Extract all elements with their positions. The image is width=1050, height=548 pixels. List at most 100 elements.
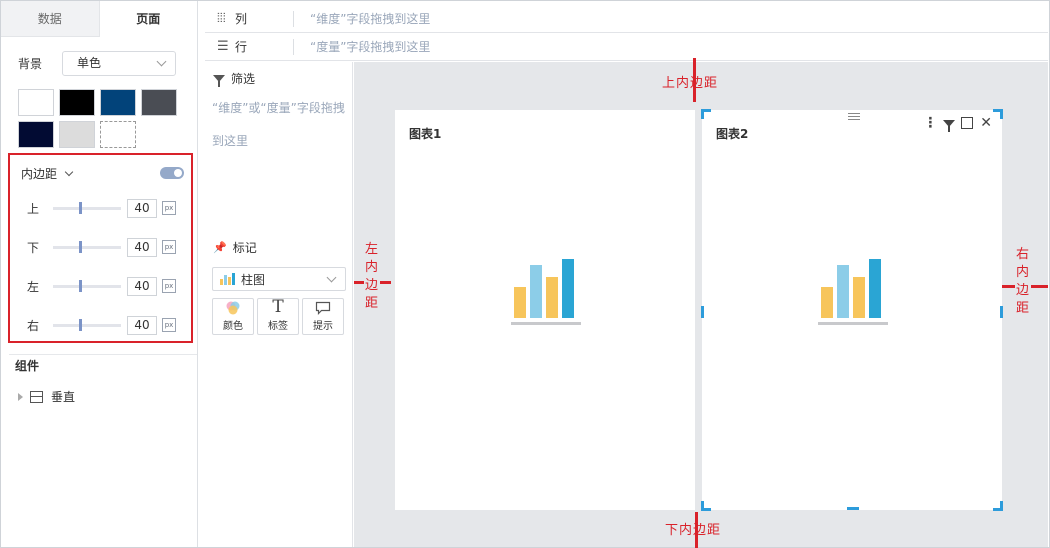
rows-shelf[interactable]: ☰ 行 “度量”字段拖拽到这里 [205,33,1048,61]
background-select-value: 单色 [77,56,102,70]
swatch-navy[interactable] [100,89,136,116]
right-padding-annotation: 右内边距 [1015,246,1031,318]
mark-header: 📌 标记 [213,239,257,256]
filter-icon[interactable] [943,119,956,132]
resize-handle[interactable] [993,501,1003,511]
dashboard-canvas: 图表1 图表2 ⋮ ✕ [354,62,1048,547]
chart-card-title: 图表1 [409,127,442,141]
rows-hint: “度量”字段拖拽到这里 [310,40,431,54]
bar-chart-placeholder-icon [511,259,581,325]
padding-input-left[interactable]: 40 [127,276,157,296]
padding-label-left: 左 [27,279,40,294]
color-button[interactable]: 颜色 [212,298,254,335]
padding-row-left: 左 40 px [27,276,176,296]
bar-chart-icon [220,273,236,285]
resize-handle[interactable] [1000,306,1003,318]
maximize-icon[interactable] [961,117,974,129]
resize-handle[interactable] [847,507,859,510]
padding-title: 内边距 [21,167,58,181]
chevron-down-icon [64,167,74,177]
filter-title: 筛选 [231,72,256,86]
padding-slider-bottom[interactable] [53,240,121,253]
padding-slider-right[interactable] [53,318,121,331]
px-unit-icon: px [162,240,176,254]
resize-handle[interactable] [701,306,704,318]
padding-row-top: 上 40 px [27,198,176,218]
padding-input-right[interactable]: 40 [127,315,157,335]
padding-row-right: 右 40 px [27,315,176,335]
chart-card-2[interactable]: 图表2 ⋮ ✕ [702,110,1002,510]
swatch-dark-gray[interactable] [141,89,177,116]
filter-header: 筛选 [213,70,255,87]
background-select[interactable]: 单色 [62,51,176,76]
top-padding-annotation: 上内边距 [662,76,719,91]
settings-panel: 数据 页面 背景 单色 内边距 上 40 px 下 40 px 左 40 px … [1,1,198,547]
mark-type-select[interactable]: 柱图 [212,267,346,291]
px-unit-icon: px [162,318,176,332]
tab-page[interactable]: 页面 [99,1,197,37]
mark-title: 标记 [232,241,257,255]
slider-handle[interactable] [79,318,82,331]
chart-card-1[interactable]: 图表1 [395,110,695,510]
resize-handle[interactable] [701,109,711,119]
slider-handle[interactable] [79,279,82,292]
component-item-vertical[interactable]: 垂直 [18,388,75,405]
rows-label: 行 [235,40,248,54]
chevron-down-icon [156,56,167,67]
padding-slider-top[interactable] [53,201,121,214]
bottom-padding-annotation: 下内边距 [665,523,722,538]
expand-arrow-icon[interactable] [18,392,23,401]
swatch-custom[interactable] [100,121,136,148]
label-button[interactable]: T 标签 [257,297,299,335]
resize-handle[interactable] [993,109,1003,119]
slider-handle[interactable] [79,240,82,253]
divider [293,10,294,27]
columns-shelf[interactable]: ⦙⦙⦙ 列 “维度”字段拖拽到这里 [205,5,1048,33]
component-item-label: 垂直 [51,390,76,404]
more-options-icon[interactable]: ⋮ [923,115,937,131]
padding-header[interactable]: 内边距 [21,165,74,182]
chart-card-title: 图表2 [716,127,749,141]
tooltip-icon [315,299,331,316]
slider-handle[interactable] [79,201,82,214]
drag-handle-icon[interactable] [848,113,860,120]
padding-label-right: 右 [27,318,40,333]
padding-settings: 内边距 上 40 px 下 40 px 左 40 px 右 40 px [8,153,193,343]
padding-slider-left[interactable] [53,279,121,292]
color-swatches [18,89,188,148]
color-palette-icon [224,299,242,316]
padding-label-bottom: 下 [27,240,40,255]
swatch-white[interactable] [18,89,54,116]
padding-row-bottom: 下 40 px [27,237,176,257]
tooltip-button[interactable]: 提示 [302,298,344,335]
tab-data[interactable]: 数据 [1,1,100,37]
swatch-light-gray[interactable] [59,121,95,148]
color-button-label: 颜色 [223,321,243,332]
filter-drop-zone[interactable]: “维度”或“度量”字段拖拽到这里 [212,92,350,158]
padding-input-top[interactable]: 40 [127,198,157,218]
filter-mark-panel: 筛选 “维度”或“度量”字段拖拽到这里 📌 标记 柱图 颜色 T 标签 提示 [205,62,353,547]
bar-chart-placeholder-icon [818,259,888,325]
columns-hint: “维度”字段拖拽到这里 [310,12,431,26]
left-padding-annotation: 左内边距 [364,241,380,313]
mark-type-value: 柱图 [241,272,266,287]
swatch-midnight[interactable] [18,121,54,148]
text-icon: T [272,297,284,317]
resize-handle[interactable] [701,501,711,511]
padding-toggle[interactable] [160,167,184,179]
columns-label: 列 [235,12,248,26]
divider [293,38,294,55]
px-unit-icon: px [162,201,176,215]
swatch-black[interactable] [59,89,95,116]
vertical-layout-icon [30,390,43,403]
panel-tabs: 数据 页面 [1,1,197,37]
pin-icon: 📌 [213,241,227,254]
close-icon[interactable]: ✕ [980,116,992,130]
tooltip-button-label: 提示 [313,321,333,332]
columns-icon: ⦙⦙⦙ [217,11,226,26]
background-row: 背景 单色 [18,51,176,76]
mark-buttons: 颜色 T 标签 提示 [212,297,347,335]
padding-input-bottom[interactable]: 40 [127,237,157,257]
divider [9,354,197,355]
chevron-down-icon [326,272,337,283]
